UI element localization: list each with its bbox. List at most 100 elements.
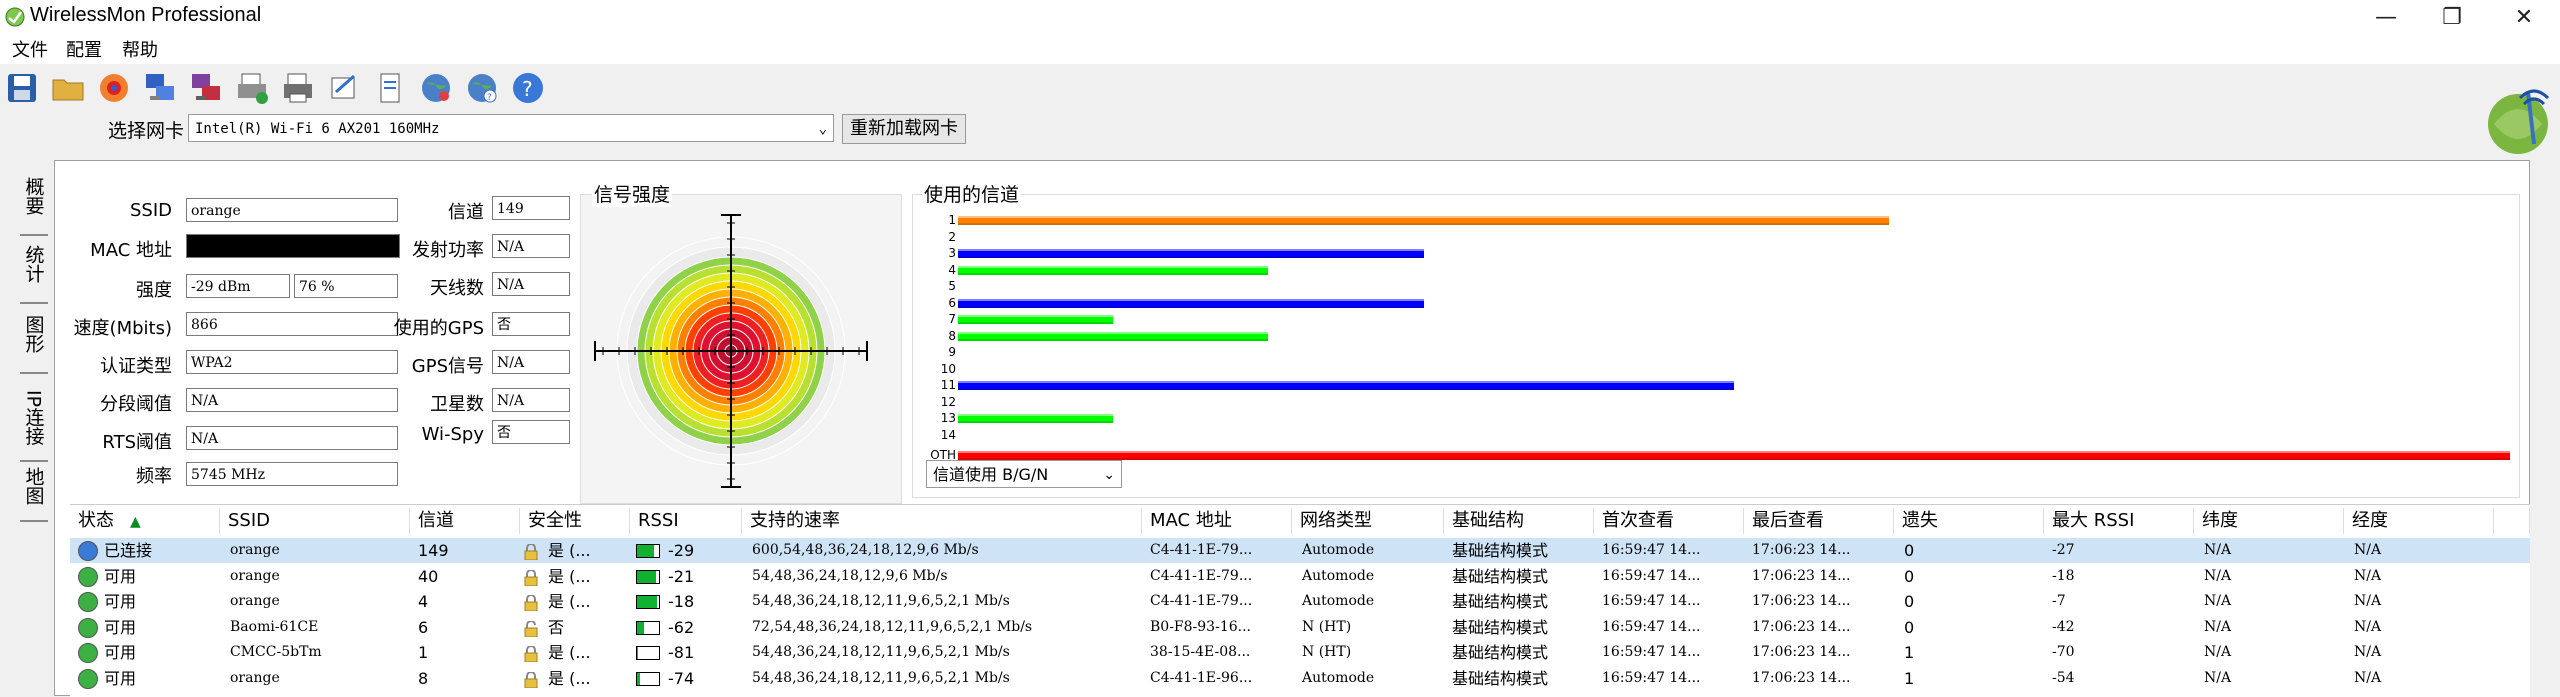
help-icon[interactable]: ? xyxy=(510,70,546,106)
ssid-cell: orange xyxy=(230,593,280,609)
tab-summary[interactable]: 概要 xyxy=(18,168,50,224)
gps-used-label: 使用的GPS xyxy=(393,318,484,339)
column-header-7[interactable]: 网络类型 xyxy=(1292,508,1444,534)
column-header-9[interactable]: 首次查看 xyxy=(1594,508,1744,534)
wizard-icon[interactable] xyxy=(326,70,362,106)
wispy-label: Wi-Spy xyxy=(421,424,484,445)
channel-label-9: 9 xyxy=(948,345,956,359)
rssi-value: -29 xyxy=(668,541,695,560)
column-header-13[interactable]: 纬度 xyxy=(2194,508,2344,534)
column-header-11[interactable]: 遗失 xyxy=(1894,508,2044,534)
first-seen-cell: 16:59:47 14... xyxy=(1602,644,1701,660)
strength-label: 强度 xyxy=(136,280,172,301)
menu-help[interactable]: 帮助 xyxy=(122,36,158,62)
speed-label: 速度(Mbits) xyxy=(73,318,172,339)
ssid-field: orange xyxy=(186,198,398,222)
max-rssi-cell: -27 xyxy=(2052,542,2075,558)
wispy-field: 否 xyxy=(492,420,570,444)
adapter-select[interactable]: Intel(R) Wi-Fi 6 AX201 160MHz ⌄ xyxy=(188,114,834,142)
svg-text:?: ? xyxy=(487,93,492,103)
menu-file[interactable]: 文件 xyxy=(12,36,48,62)
channel-label-13: 13 xyxy=(940,411,956,425)
network-type-cell: N (HT) xyxy=(1302,644,1352,660)
status-icon xyxy=(78,668,98,689)
print-icon[interactable] xyxy=(234,70,270,106)
tab-statistics[interactable]: 统计 xyxy=(18,240,50,288)
lock-icon xyxy=(524,593,538,612)
tab-graph[interactable]: 图形 xyxy=(18,310,50,358)
lock-icon xyxy=(524,542,538,561)
column-header-8[interactable]: 基础结构 xyxy=(1444,508,1594,534)
tab-ip-connection[interactable]: IP连接 xyxy=(18,380,50,456)
mac-cell: B0-F8-93-16... xyxy=(1150,618,1251,635)
network-color-icon[interactable] xyxy=(188,70,224,106)
mac-cell: C4-41-1E-96... xyxy=(1150,669,1253,686)
window-title: WirelessMon Professional xyxy=(30,4,262,26)
network-type-cell: Automode xyxy=(1302,542,1375,558)
channel-cell: 8 xyxy=(418,668,429,688)
open-folder-icon[interactable] xyxy=(50,70,86,106)
channel-bar-OTH xyxy=(958,451,2510,460)
globe-help-icon[interactable]: ? xyxy=(464,70,500,106)
first-seen-cell: 16:59:47 14... xyxy=(1602,542,1701,558)
column-header-14[interactable]: 经度 xyxy=(2344,508,2494,534)
signal-strength-title: 信号强度 xyxy=(592,180,673,207)
rssi-bar xyxy=(636,671,660,686)
column-header-2[interactable]: 信道 xyxy=(410,508,520,534)
latitude-cell: N/A xyxy=(2204,669,2232,686)
tab-map[interactable]: 地图 xyxy=(18,466,50,506)
close-button[interactable]: ✕ xyxy=(2488,0,2560,34)
network-type-cell: N (HT) xyxy=(1302,618,1352,635)
save-icon[interactable] xyxy=(4,70,40,106)
ssid-label: SSID xyxy=(129,200,172,221)
column-header-0[interactable]: 状态 ▲ xyxy=(70,508,220,534)
column-header-6[interactable]: MAC 地址 xyxy=(1142,508,1292,534)
column-header-1[interactable]: SSID xyxy=(220,508,410,534)
network-icon[interactable] xyxy=(142,70,178,106)
restore-button[interactable]: ❐ xyxy=(2416,0,2488,34)
column-header-5[interactable]: 支持的速率 xyxy=(742,508,1142,534)
longitude-cell: N/A xyxy=(2354,593,2382,609)
reload-adapter-button[interactable]: 重新加载网卡 xyxy=(842,114,966,144)
rssi-bar xyxy=(636,620,660,635)
longitude-cell: N/A xyxy=(2354,618,2382,635)
latitude-cell: N/A xyxy=(2204,567,2232,584)
channel-bar-3 xyxy=(958,249,1424,258)
document-icon[interactable] xyxy=(372,70,408,106)
rssi-cell: -21 xyxy=(634,564,742,589)
longitude-cell: N/A xyxy=(2354,542,2382,558)
channel-filter-select[interactable]: 信道使用 B/G/N ⌄ xyxy=(926,460,1122,488)
security-text: 是 (... xyxy=(548,643,591,662)
security-text: 是 (... xyxy=(548,668,591,688)
status-icon xyxy=(78,541,98,561)
strength-dbm-field: -29 dBm xyxy=(186,274,290,298)
rssi-value: -21 xyxy=(668,566,695,586)
channel-cell: 1 xyxy=(418,643,429,662)
gps-used-field: 否 xyxy=(492,312,570,336)
printer-icon[interactable] xyxy=(280,70,316,106)
rates-cell: 54,48,36,24,18,12,11,9,6,5,2,1 Mb/s xyxy=(752,669,1010,686)
status-icon xyxy=(78,592,98,612)
channel-bar-13 xyxy=(958,414,1114,423)
record-icon[interactable] xyxy=(96,70,132,106)
column-header-15[interactable] xyxy=(2494,508,2530,534)
minimize-button[interactable]: — xyxy=(2350,0,2422,34)
globe-icon[interactable] xyxy=(418,70,454,106)
column-header-12[interactable]: 最大 RSSI xyxy=(2044,508,2194,534)
rssi-bar-fill xyxy=(637,672,641,685)
first-seen-cell: 16:59:47 14... xyxy=(1602,567,1701,584)
menu-config[interactable]: 配置 xyxy=(66,36,102,62)
column-header-3[interactable]: 安全性 xyxy=(520,508,630,534)
status-text: 可用 xyxy=(104,566,137,586)
rssi-bar-fill xyxy=(637,570,656,583)
lost-cell: 0 xyxy=(1904,617,1915,637)
column-header-10[interactable]: 最后查看 xyxy=(1744,508,1894,534)
rssi-cell: -29 xyxy=(634,538,742,563)
status-cell: 可用 xyxy=(70,615,220,640)
channel-usage-title: 使用的信道 xyxy=(922,180,1022,207)
channel-cell: 4 xyxy=(418,592,429,611)
rssi-bar-fill xyxy=(637,621,644,634)
adapter-value: Intel(R) Wi-Fi 6 AX201 160MHz xyxy=(195,121,440,137)
antenna-field: N/A xyxy=(492,272,570,296)
column-header-4[interactable]: RSSI xyxy=(630,508,742,534)
